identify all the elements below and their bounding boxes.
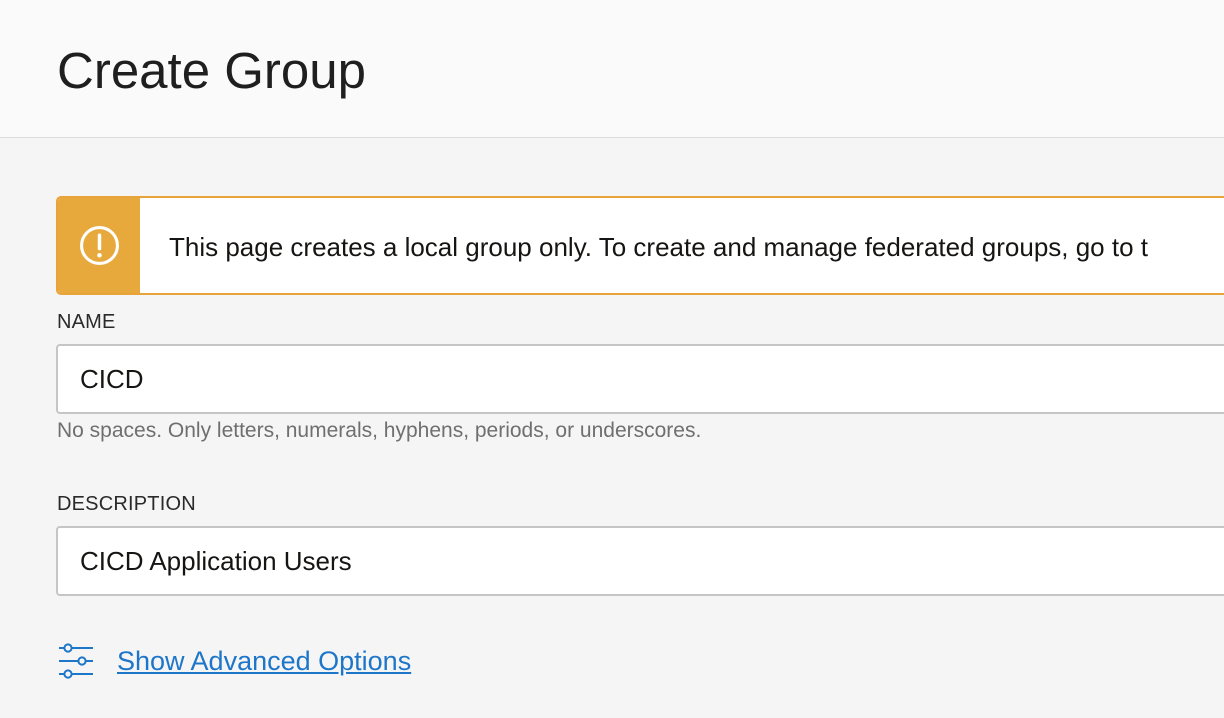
description-label: DESCRIPTION xyxy=(57,493,196,515)
form-content: This page creates a local group only. To… xyxy=(0,139,1224,718)
name-label: NAME xyxy=(57,311,116,333)
show-advanced-options-link[interactable]: Show Advanced Options xyxy=(57,639,411,683)
page-title: Create Group xyxy=(57,42,366,99)
alert-icon-bar xyxy=(58,198,140,293)
name-help-text: No spaces. Only letters, numerals, hyphe… xyxy=(57,419,702,442)
alert-message: This page creates a local group only. To… xyxy=(169,232,1148,262)
page-header: Create Group xyxy=(0,0,1224,138)
warning-exclamation-icon xyxy=(80,226,119,265)
name-input[interactable] xyxy=(56,344,1224,414)
sliders-icon xyxy=(59,643,93,679)
description-input[interactable] xyxy=(56,526,1224,596)
show-advanced-options-label[interactable]: Show Advanced Options xyxy=(117,645,411,677)
warning-alert: This page creates a local group only. To… xyxy=(56,196,1224,295)
